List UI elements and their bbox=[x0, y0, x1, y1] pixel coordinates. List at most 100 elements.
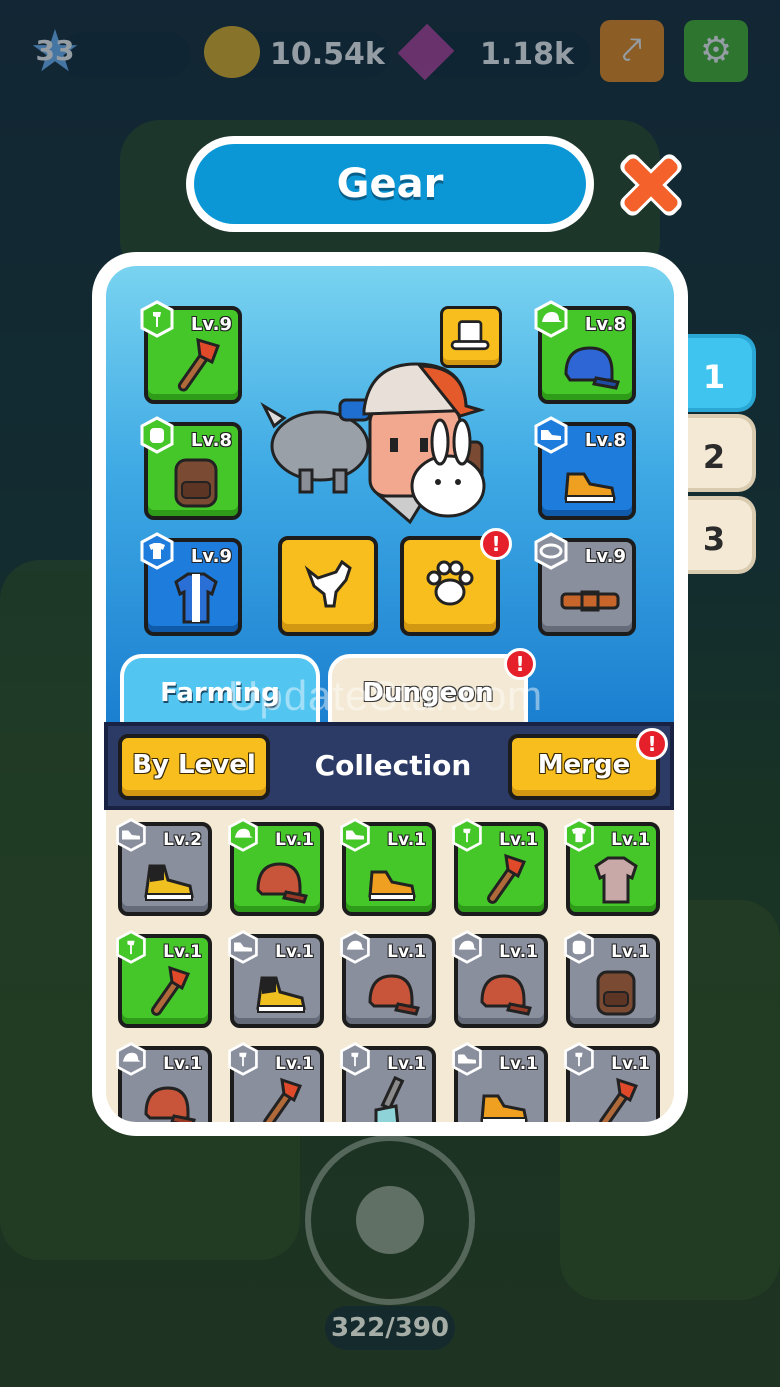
shovel-icon bbox=[374, 1075, 405, 1122]
cap-icon bbox=[564, 346, 620, 390]
item-level: Lv.1 bbox=[387, 942, 426, 962]
equipped-belt-slot[interactable]: Lv.9 bbox=[534, 532, 636, 636]
tool-type-icon bbox=[228, 1042, 258, 1076]
share-icon: ⤤ bbox=[621, 30, 643, 71]
equipment-area: Lv.9 Lv.8 Lv.9 Lv.8 Lv.8 Lv.9 ! Farming … bbox=[106, 266, 674, 724]
item-level: Lv.1 bbox=[611, 830, 650, 850]
item-level: Lv.1 bbox=[387, 1054, 426, 1074]
shoe-type-icon bbox=[228, 930, 258, 964]
joystick-knob[interactable] bbox=[356, 1186, 424, 1254]
axe-icon bbox=[177, 337, 220, 392]
cap-icon bbox=[256, 862, 308, 904]
collection-item[interactable]: Lv.1 bbox=[564, 930, 660, 1028]
backpack-icon bbox=[596, 970, 636, 1016]
loadout-tab-1[interactable]: 1 bbox=[676, 334, 756, 412]
item-level: Lv.1 bbox=[275, 1054, 314, 1074]
shoe-icon bbox=[480, 1094, 528, 1122]
joystick[interactable] bbox=[305, 1135, 475, 1305]
collection-item[interactable]: Lv.1 bbox=[340, 930, 436, 1028]
cap-icon bbox=[368, 974, 420, 1016]
close-icon bbox=[620, 154, 682, 216]
top-hud: ★ 33 10.54k 1.18k ⤤ ⚙ bbox=[0, 20, 780, 90]
backpack-type-icon bbox=[564, 930, 594, 964]
share-button[interactable]: ⤤ bbox=[600, 20, 664, 82]
shirt-icon bbox=[594, 856, 638, 904]
shirt-icon bbox=[174, 572, 218, 624]
collection-grid: Lv.2 Lv.1 Lv.1 Lv.1 Lv.1 Lv.1 Lv.1 Lv.1 Lv.1 Lv.1… bbox=[106, 810, 674, 1122]
item-level: Lv.1 bbox=[611, 1054, 650, 1074]
collection-item[interactable]: Lv.1 bbox=[452, 1042, 548, 1122]
shoe-type-icon bbox=[340, 818, 370, 852]
loadout-tab-3[interactable]: 3 bbox=[676, 496, 756, 574]
shoe-icon bbox=[564, 472, 616, 503]
title-banner: Gear bbox=[186, 136, 594, 232]
sort-by-level-button[interactable]: By Level bbox=[118, 734, 270, 800]
item-level: Lv.1 bbox=[163, 1054, 202, 1074]
coin-icon bbox=[204, 26, 260, 78]
collection-item[interactable]: Lv.1 bbox=[228, 930, 324, 1028]
collection-item[interactable]: Lv.2 bbox=[116, 818, 212, 916]
chicken-mount-icon bbox=[304, 559, 352, 608]
collection-item[interactable]: Lv.1 bbox=[564, 818, 660, 916]
hat-type-icon bbox=[452, 930, 482, 964]
item-level: Lv.1 bbox=[275, 942, 314, 962]
equipped-shirt-slot[interactable]: Lv.9 bbox=[140, 532, 242, 636]
mount-button[interactable] bbox=[278, 536, 378, 636]
collection-item[interactable]: Lv.1 bbox=[340, 818, 436, 916]
pet-alert-badge: ! bbox=[480, 528, 512, 560]
collection-toolbar: By Level Collection Merge ! bbox=[104, 722, 674, 810]
paw-icon bbox=[426, 560, 474, 606]
item-level: Lv.1 bbox=[499, 942, 538, 962]
close-button[interactable] bbox=[612, 146, 690, 224]
cap-icon bbox=[480, 974, 532, 1016]
equipped-hat-slot[interactable]: Lv.8 bbox=[534, 300, 636, 404]
watermark: UpdateStar.com bbox=[228, 672, 544, 719]
collection-item[interactable]: Lv.1 bbox=[116, 1042, 212, 1122]
collection-item[interactable]: Lv.1 bbox=[452, 818, 548, 916]
collection-item[interactable]: Lv.1 bbox=[340, 1042, 436, 1122]
equipped-backpack-slot[interactable]: Lv.8 bbox=[140, 416, 242, 520]
player-level: 33 bbox=[35, 34, 75, 67]
collection-item[interactable]: Lv.1 bbox=[228, 1042, 324, 1122]
item-level: Lv.1 bbox=[499, 830, 538, 850]
tool-type-icon bbox=[564, 1042, 594, 1076]
hat-type-icon bbox=[116, 1042, 146, 1076]
gear-icon: ⚙ bbox=[699, 30, 733, 71]
hat-type-icon bbox=[228, 818, 258, 852]
axe-icon bbox=[151, 965, 191, 1016]
collection-title: Collection bbox=[314, 749, 472, 782]
tool-type-icon bbox=[452, 818, 482, 852]
collection-item[interactable]: Lv.1 bbox=[228, 818, 324, 916]
cap-icon bbox=[144, 1086, 196, 1122]
gem-amount: 1.18k bbox=[480, 37, 574, 72]
collection-item[interactable]: Lv.1 bbox=[116, 930, 212, 1028]
equipped-tool-slot[interactable]: Lv.9 bbox=[140, 300, 242, 404]
item-level: Lv.1 bbox=[499, 1054, 538, 1074]
sneaker-icon bbox=[256, 976, 306, 1013]
item-level: Lv.1 bbox=[275, 830, 314, 850]
backpack-icon bbox=[174, 458, 218, 508]
loadout-tab-2[interactable]: 2 bbox=[676, 414, 756, 492]
collection-item[interactable]: Lv.1 bbox=[564, 1042, 660, 1122]
equipped-shoes-slot[interactable]: Lv.8 bbox=[534, 416, 636, 520]
axe-icon bbox=[263, 1077, 303, 1122]
shirt-type-icon bbox=[564, 818, 594, 852]
tool-type-icon bbox=[340, 1042, 370, 1076]
page-title: Gear bbox=[194, 144, 586, 224]
inventory-counter: 322/390 bbox=[325, 1306, 455, 1350]
shoe-type-icon bbox=[116, 818, 146, 852]
sneaker-icon bbox=[144, 864, 194, 901]
item-level: Lv.1 bbox=[163, 942, 202, 962]
hat-type-icon bbox=[340, 930, 370, 964]
rhino-pet bbox=[260, 398, 372, 494]
collection-item[interactable]: Lv.1 bbox=[452, 930, 548, 1028]
axe-icon bbox=[487, 853, 527, 904]
item-level: Lv.1 bbox=[611, 942, 650, 962]
settings-button[interactable]: ⚙ bbox=[684, 20, 748, 82]
player-character-preview bbox=[260, 362, 486, 525]
merge-alert-badge: ! bbox=[636, 728, 668, 760]
belt-icon bbox=[560, 590, 620, 612]
coin-amount: 10.54k bbox=[270, 37, 385, 72]
axe-icon bbox=[599, 1077, 639, 1122]
shoe-type-icon bbox=[452, 1042, 482, 1076]
